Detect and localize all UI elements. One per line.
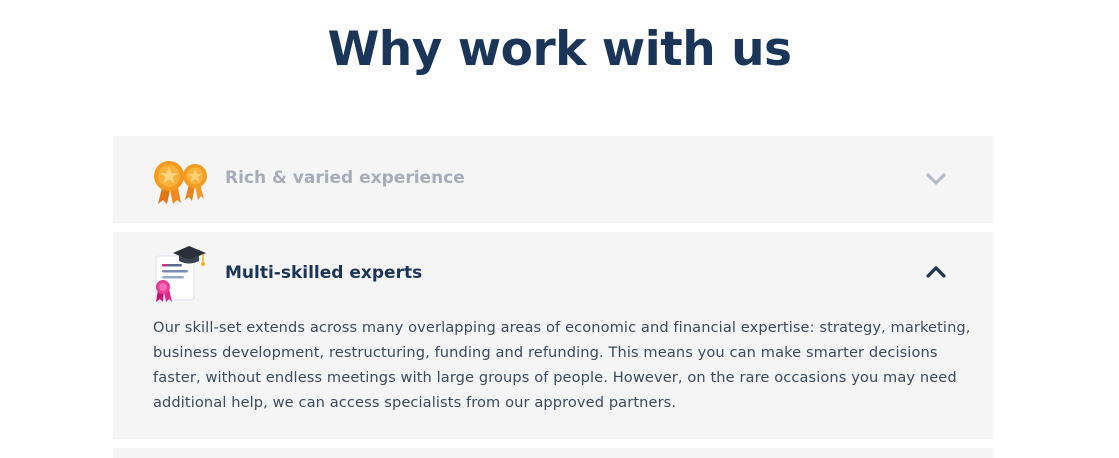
accordion-title: Rich & varied experience: [225, 168, 465, 188]
chevron-down-icon[interactable]: [925, 168, 947, 190]
accordion-title: Multi-skilled experts: [225, 263, 423, 283]
why-work-with-us-section: Why work with us Rich & varied experienc…: [0, 0, 1119, 458]
accordion-item-rich-varied-experience: Rich & varied experience: [113, 136, 993, 223]
chevron-up-icon[interactable]: [925, 261, 947, 283]
accordion-header-multi-skilled-experts[interactable]: Multi-skilled experts: [113, 232, 993, 319]
accordion-item-next[interactable]: [113, 448, 993, 458]
medals-icon: [151, 154, 211, 206]
accordion: Rich & varied experience Multi-skilled e…: [113, 136, 993, 458]
diploma-certificate-icon: [151, 244, 211, 302]
section-title: Why work with us: [327, 22, 792, 77]
accordion-item-multi-skilled-experts: Multi-skilled experts Our skill-set exte…: [113, 232, 993, 439]
accordion-body-text: Our skill-set extends across many overla…: [153, 319, 971, 411]
accordion-header-rich-varied-experience[interactable]: Rich & varied experience: [113, 136, 993, 223]
